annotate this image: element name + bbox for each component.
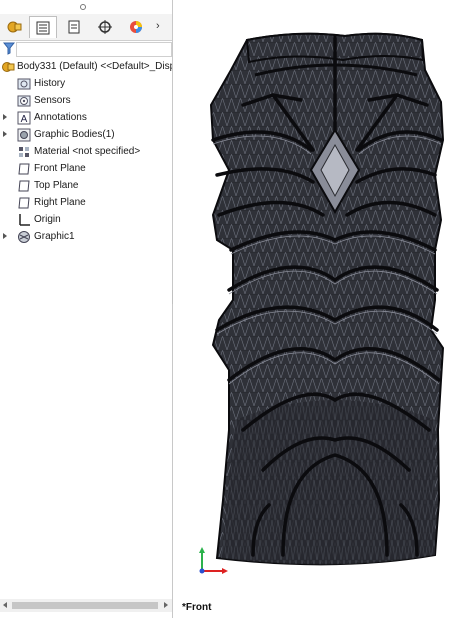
tree-item-front-plane[interactable]: Front Plane <box>0 161 172 177</box>
tree-item-label: Annotations <box>34 112 87 123</box>
propertymanager-tab[interactable] <box>60 16 88 38</box>
property-icon <box>68 20 80 34</box>
tree-item-label: Right Plane <box>34 197 86 208</box>
filter-funnel-icon[interactable] <box>3 42 15 55</box>
more-tabs-chevron-icon[interactable]: › <box>156 20 160 32</box>
tree-item-origin[interactable]: Origin <box>0 212 172 228</box>
manager-tab-bar: › <box>0 14 172 41</box>
tree-item-annotations[interactable]: A Annotations <box>0 110 172 126</box>
horizontal-scrollbar[interactable] <box>0 599 172 612</box>
svg-text:A: A <box>21 114 28 125</box>
graphic-bodies-icon <box>17 128 31 142</box>
tree-item-label: Graphic1 <box>34 231 75 242</box>
tree-item-label: Origin <box>34 214 61 225</box>
tree-item-right-plane[interactable]: Right Plane <box>0 195 172 211</box>
scroll-right-arrow-icon[interactable] <box>164 602 168 608</box>
feature-tree-icon <box>36 21 50 34</box>
sensors-icon <box>17 95 31 107</box>
tree-item-label: Graphic Bodies(1) <box>34 129 115 140</box>
plane-icon <box>18 180 30 192</box>
expand-arrow-icon[interactable] <box>3 131 7 137</box>
expand-arrow-icon[interactable] <box>3 114 7 120</box>
history-icon <box>17 78 31 90</box>
scroll-left-arrow-icon[interactable] <box>3 602 7 608</box>
feature-manager-panel: › Body331 (Default) <<Default>_Display H… <box>0 0 173 618</box>
annotations-icon: A <box>17 111 31 125</box>
filter-input[interactable] <box>16 42 172 57</box>
part-name-label: Body331 (Default) <<Default>_Display <box>17 61 172 72</box>
tree-item-history[interactable]: History <box>0 76 172 92</box>
tree-item-graphic1[interactable]: Graphic1 <box>0 229 172 245</box>
filter-row <box>0 41 172 57</box>
tree-item-sensors[interactable]: Sensors <box>0 93 172 109</box>
smart-panel-tab[interactable] <box>0 16 28 38</box>
panel-grip-icon[interactable] <box>80 4 86 10</box>
tree-item-graphic-bodies[interactable]: Graphic Bodies(1) <box>0 127 172 143</box>
material-icon <box>19 147 29 157</box>
graphic-body-model[interactable] <box>173 0 474 618</box>
tree-item-label: History <box>34 78 66 89</box>
tree-item-label: Front Plane <box>34 163 86 174</box>
appearance-icon <box>130 21 142 33</box>
tree-item-label: Material <not specified> <box>34 146 141 157</box>
scrollbar-thumb[interactable] <box>12 602 158 609</box>
tree-item-label: Top Plane <box>34 180 79 191</box>
view-orientation-label: *Front <box>182 602 212 613</box>
gold-gear-icon <box>7 21 22 33</box>
displaymanager-tab[interactable] <box>122 16 150 38</box>
plane-icon <box>18 163 30 175</box>
graphics-viewport[interactable] <box>173 0 474 618</box>
tree-item-label: Sensors <box>34 95 71 106</box>
origin-icon <box>19 214 30 226</box>
tree-item-top-plane[interactable]: Top Plane <box>0 178 172 194</box>
graphic-body-icon <box>18 231 30 243</box>
orientation-triad-icon <box>199 547 228 574</box>
crosshair-icon <box>98 20 112 34</box>
featuremanager-tab[interactable] <box>29 16 57 38</box>
dimxpert-tab[interactable] <box>91 16 119 38</box>
tree-root-part[interactable]: Body331 (Default) <<Default>_Display <box>0 59 172 75</box>
plane-icon <box>18 197 30 209</box>
expand-arrow-icon[interactable] <box>3 233 7 239</box>
tree-item-material[interactable]: Material <not specified> <box>0 144 172 160</box>
part-icon <box>2 62 15 72</box>
